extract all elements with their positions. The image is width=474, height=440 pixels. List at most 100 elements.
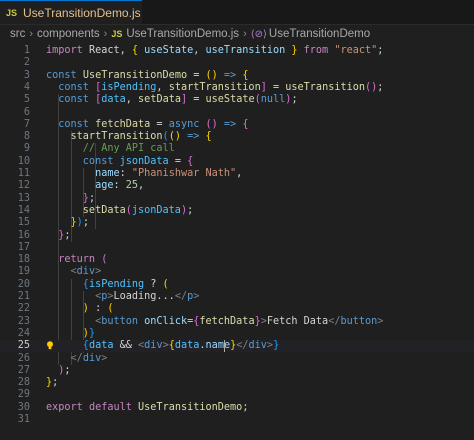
code-token: }	[46, 229, 65, 241]
line-number: 26	[17, 352, 30, 364]
code-token: useState, useTransition	[138, 45, 292, 56]
code-line[interactable]: 7 const fetchData = async () => {	[0, 119, 474, 131]
code-token: const	[46, 118, 89, 130]
line-number: 12	[17, 180, 30, 192]
code-line[interactable]: 23 <button onClick={fetchData}>Fetch Dat…	[0, 316, 474, 328]
code-line[interactable]: 15 });	[0, 217, 474, 229]
line-number: 22	[17, 303, 30, 315]
code-token: ()	[365, 81, 378, 93]
code-token: button	[101, 315, 139, 327]
code-token: div	[144, 340, 163, 352]
code-token: =	[266, 81, 286, 93]
code-line[interactable]: 20 {isPending ? (	[0, 279, 474, 291]
code-line[interactable]: 22 ) : (	[0, 303, 474, 315]
code-token: fetchData	[95, 118, 151, 130]
code-token: </	[46, 352, 83, 364]
line-number: 25	[17, 340, 30, 352]
line-number: 3	[23, 69, 30, 81]
code-line[interactable]: 21 <p>Loading...</p>	[0, 291, 474, 303]
code-line[interactable]: 28};	[0, 377, 474, 389]
javascript-file-icon: JS	[111, 29, 123, 39]
line-number: 30	[17, 401, 30, 413]
code-text: const fetchData = async () => {	[46, 119, 248, 131]
code-token: useState	[205, 94, 255, 106]
code-line[interactable]: 30 export default UseTransitionDemo;	[0, 402, 474, 414]
code-token: UseTransitionDemo	[138, 401, 243, 413]
code-token: ;	[242, 401, 249, 413]
code-text: const jsonData = {	[46, 156, 193, 168]
code-line[interactable]: 31	[0, 414, 474, 426]
code-line[interactable]: 14 setData(jsonData);	[0, 205, 474, 217]
code-token: :	[113, 180, 126, 192]
code-token: ()	[205, 118, 218, 130]
code-token: ,	[138, 180, 145, 192]
code-token: =	[187, 94, 206, 106]
code-line[interactable]: 3 const UseTransitionDemo = () => {	[0, 70, 474, 82]
symbol-variable-icon: ⟨⊘⟩	[250, 28, 267, 40]
code-line[interactable]: 12 age: 25,	[0, 180, 474, 192]
lightbulb-icon[interactable]	[46, 341, 54, 350]
line-number: 18	[17, 254, 30, 266]
code-token: jsonData	[119, 155, 169, 167]
code-line[interactable]: 27 );	[0, 365, 474, 377]
code-line[interactable]: 1 import React, { useState, useTransition…	[0, 45, 474, 57]
code-token: {	[242, 69, 249, 81]
code-token: }	[273, 340, 280, 352]
line-number: 7	[23, 118, 30, 130]
code-line[interactable]: 6	[0, 107, 474, 119]
code-token: import	[46, 45, 83, 56]
code-line[interactable]: 18 return (	[0, 254, 474, 266]
code-text: export default UseTransitionDemo;	[46, 402, 248, 414]
code-text: {data && <div>{data.name}</div>}	[46, 340, 279, 352]
code-text: const [data, setData] = useState(null);	[46, 94, 298, 106]
code-line[interactable]: 26 </div>	[0, 353, 474, 365]
code-line[interactable]: 2	[0, 57, 474, 69]
line-number: 6	[23, 106, 30, 118]
code-text: );	[46, 364, 71, 377]
breadcrumb-file[interactable]: UseTransitionDemo.js	[126, 28, 239, 40]
code-text: <div>	[46, 266, 102, 278]
code-token: ,	[125, 94, 139, 106]
code-line[interactable]: 24 )}	[0, 328, 474, 340]
code-token: fetchData	[199, 315, 255, 327]
code-editor[interactable]: 1 import React, { useState, useTransition…	[0, 45, 474, 440]
code-line[interactable]: 4 const [isPending, startTransition] = u…	[0, 82, 474, 94]
code-text: });	[46, 217, 89, 229]
code-line[interactable]: 8 startTransition(() => {	[0, 131, 474, 143]
code-token: =	[168, 155, 188, 167]
code-token: ;	[64, 364, 71, 376]
code-line[interactable]: 10 const jsonData = {	[0, 156, 474, 168]
code-token: const	[46, 69, 77, 81]
code-line[interactable]: 17	[0, 242, 474, 254]
code-text: age: 25,	[46, 180, 144, 192]
code-token: ;	[291, 94, 298, 106]
breadcrumb-symbol[interactable]: UseTransitionDemo	[269, 28, 370, 40]
code-token: React,	[82, 45, 132, 56]
code-token: useTransition	[285, 81, 365, 93]
code-line[interactable]: 9 // Any API call	[0, 143, 474, 155]
breadcrumb-segment-src[interactable]: src	[10, 28, 25, 40]
code-token: }	[46, 192, 89, 204]
code-token: ()	[168, 131, 181, 143]
code-token: )	[46, 327, 89, 339]
code-token: ;	[377, 45, 384, 56]
code-line[interactable]: 29	[0, 389, 474, 401]
code-token: )	[46, 364, 65, 376]
code-line[interactable]: 5 const [data, setData] = useState(null)…	[0, 94, 474, 106]
code-text: <button onClick={fetchData}>Fetch Data</…	[46, 316, 383, 328]
code-line[interactable]: 13 };	[0, 193, 474, 205]
editor-tab[interactable]: JS UseTransitionDemo.js U	[0, 0, 142, 24]
code-line[interactable]: 11 name: "Phanishwar Nath",	[0, 168, 474, 180]
breadcrumb-segment-components[interactable]: components	[37, 28, 100, 40]
code-token: // Any API call	[46, 143, 175, 155]
code-line[interactable]: 25 {data && <div>{data.name}</div>}	[0, 340, 474, 353]
code-token: {	[187, 155, 194, 167]
code-token: =>	[223, 118, 237, 130]
code-token: :	[119, 168, 132, 179]
code-token: Fetch Data	[266, 315, 329, 327]
code-line[interactable]: 16 };	[0, 230, 474, 242]
code-line[interactable]: 19 <div>	[0, 266, 474, 278]
code-token: =	[150, 118, 169, 130]
code-token: <	[46, 315, 102, 327]
chevron-right-icon: ›	[29, 28, 34, 40]
